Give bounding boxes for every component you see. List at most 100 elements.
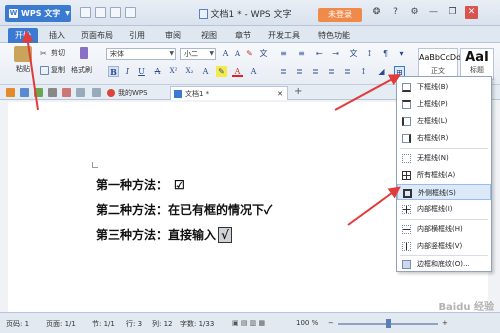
copy-button[interactable]: 复制 [40,65,65,75]
maximize-icon[interactable]: ❐ [446,6,459,19]
more-icon[interactable]: ▾ [396,48,407,59]
sort-icon[interactable]: ↕ [364,48,375,59]
tab-chapter[interactable]: 章节 [230,28,256,43]
decrease-indent-icon[interactable]: ⇤ [314,48,325,59]
justify-icon[interactable]: ≣ [326,66,337,77]
minimize-icon[interactable]: — [427,6,440,19]
char-shading-icon[interactable]: A [248,66,259,77]
increase-indent-icon[interactable]: ⇥ [330,48,341,59]
zoom-in-icon[interactable]: + [442,319,448,327]
undo-icon[interactable] [76,88,85,97]
chevron-down-icon: ▼ [65,10,70,17]
doc-line-1[interactable]: 第一种方法： ☑ [96,176,185,193]
zoom-slider-handle[interactable] [386,319,391,328]
menu-item-outside-borders[interactable]: 外侧框线(S) [397,184,491,200]
tab-insert[interactable]: 插入 [44,28,70,43]
login-button[interactable]: 未登录 [318,8,362,22]
save-icon[interactable] [20,88,29,97]
phonetic-icon[interactable]: 文 [258,48,269,59]
clear-format-icon[interactable]: ✎ [244,48,255,59]
doc-tab-my-wps[interactable]: 我的WPS [104,86,164,100]
menu-item-top-border[interactable]: 上框线(P) [397,96,491,112]
menu-item-right-border[interactable]: 右框线(R) [397,130,491,146]
highlight-icon[interactable]: ✎ [216,66,227,77]
borders-dropdown-menu: 下框线(B) 上框线(P) 左框线(L) 右框线(R) 无框线(N) 所有框线(… [396,76,492,272]
paste-button[interactable]: 粘贴 [12,46,34,74]
print-preview-icon[interactable] [34,88,43,97]
menu-item-inside-borders[interactable]: 内部框线(I) [397,201,491,217]
cut-button[interactable]: ✂ 剪切 [40,48,65,58]
chinese-layout-icon[interactable]: 文 [348,48,359,59]
doc-tab-document1[interactable]: 文档1 * ✕ [170,86,288,100]
print-icon[interactable] [48,88,57,97]
inside-vertical-border-icon [402,242,411,251]
menu-item-inside-vertical[interactable]: 内部竖框线(V) [397,238,491,254]
strikethrough-button[interactable]: A [152,66,163,77]
font-color-icon[interactable]: A [232,66,243,77]
align-center-icon[interactable]: ≣ [294,66,305,77]
settings-icon[interactable]: ⚙ [408,6,421,19]
doc-line-2[interactable]: 第二种方法：在已有框的情况下✓ [96,201,272,218]
folder-icon[interactable] [6,88,15,97]
text-effect-icon[interactable]: A [200,66,211,77]
menu-item-left-border[interactable]: 左框线(L) [397,113,491,129]
show-marks-icon[interactable]: ¶ [380,48,391,59]
cut-label: 剪切 [51,49,65,57]
tab-view[interactable]: 视图 [196,28,222,43]
menu-item-no-border[interactable]: 无框线(N) [397,150,491,166]
menu-item-bottom-border[interactable]: 下框线(B) [397,79,491,95]
outside-borders-icon [403,189,412,198]
skin-icon[interactable]: ❂ [370,6,383,19]
font-size-select[interactable]: 小二 ▼ [180,48,216,60]
line-spacing-icon[interactable]: ↕ [358,66,369,77]
tab-review[interactable]: 审阅 [160,28,186,43]
no-border-icon [402,154,411,163]
menu-item-label: 内部框线(I) [417,205,453,213]
shading-icon[interactable]: ◢ [376,66,387,77]
format-painter-button[interactable]: 格式刷 [71,65,92,75]
menu-item-label: 边框和底纹(O)... [417,260,470,268]
copy-label: 复制 [51,66,65,74]
view-mode-icons[interactable]: ▣ ▤ ▥ ▦ [232,319,265,327]
tab-page-layout[interactable]: 页面布局 [76,28,118,43]
redo-icon[interactable] [92,88,101,97]
subscript-button[interactable]: X₂ [184,66,195,77]
redo-icon[interactable] [125,7,136,18]
doc-line-3[interactable]: 第三种方法：直接输入 √ [96,226,232,243]
menu-item-inside-horizontal[interactable]: 内部横框线(H) [397,221,491,237]
tab-references[interactable]: 引用 [124,28,150,43]
align-left-icon[interactable]: ≣ [278,66,289,77]
grow-font-icon[interactable]: A [220,48,231,59]
close-tab-icon[interactable]: ✕ [277,87,283,101]
menu-item-borders-shading[interactable]: 边框和底纹(O)... [397,256,491,272]
new-tab-icon[interactable]: + [294,86,302,97]
save-icon[interactable] [80,7,91,18]
font-name-select[interactable]: 宋体 ▼ [106,48,176,60]
distributed-icon[interactable]: ≣ [342,66,353,77]
help-icon[interactable]: ? [389,6,402,19]
bullets-icon[interactable]: ≡ [278,48,289,59]
right-border-icon [402,134,411,143]
tab-features[interactable]: 特色功能 [312,28,356,43]
style-title-label: 标题 [470,66,484,74]
bold-button[interactable]: B [108,66,119,77]
tab-developer[interactable]: 开发工具 [262,28,306,43]
superscript-button[interactable]: X² [168,66,179,77]
doc-tab-label: 我的WPS [118,89,148,97]
ribbon-tab-bar: 开始 插入 页面布局 引用 审阅 视图 章节 开发工具 特色功能 [0,26,500,43]
print-icon[interactable] [95,7,106,18]
numbering-icon[interactable]: ≡ [296,48,307,59]
app-menu-button[interactable]: W WPS 文字 ▼ [5,5,71,22]
format-painter-icon-wrap[interactable] [80,47,88,59]
shrink-font-icon[interactable]: A [232,49,243,60]
close-icon[interactable]: ✕ [465,6,478,19]
underline-button[interactable]: U [136,66,147,77]
align-right-icon[interactable]: ≣ [310,66,321,77]
tab-home[interactable]: 开始 [8,28,38,43]
zoom-out-icon[interactable]: − [328,319,334,327]
top-border-icon [402,100,411,109]
italic-button[interactable]: I [122,66,133,77]
menu-item-all-borders[interactable]: 所有框线(A) [397,167,491,183]
undo-icon[interactable] [110,7,121,18]
pdf-icon[interactable] [62,88,71,97]
